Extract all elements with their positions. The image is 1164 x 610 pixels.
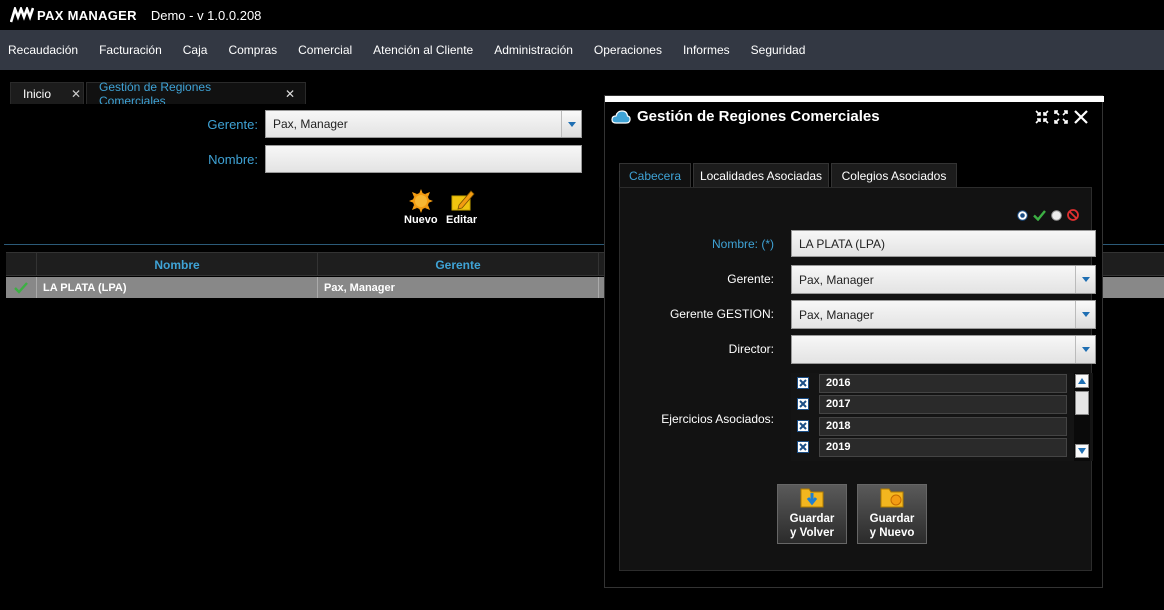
top-bar: PAX MANAGER Demo - v 1.0.0.208	[0, 0, 1164, 30]
edit-pencil-icon	[451, 190, 475, 211]
grid-header-gerente[interactable]: Gerente	[317, 253, 598, 276]
nombre-input[interactable]: LA PLATA (LPA)	[791, 230, 1096, 257]
cloud-icon	[611, 109, 631, 124]
expand-icon[interactable]	[1053, 109, 1069, 125]
ejercicio-year: 2017	[819, 394, 1067, 414]
gerente-filter-select[interactable]: Pax, Manager	[265, 110, 582, 138]
gerente-filter-value: Pax, Manager	[273, 117, 348, 131]
nombre-filter-label: Nombre:	[208, 152, 258, 167]
chevron-down-icon[interactable]	[1075, 266, 1095, 293]
ejercicio-year: 2019	[819, 437, 1067, 457]
check-icon[interactable]	[1033, 209, 1046, 221]
gerente-gestion-label: Gerente GESTION:	[669, 307, 774, 321]
menu-operaciones[interactable]: Operaciones	[594, 43, 662, 57]
dialog-top-border	[605, 96, 1104, 102]
pax-logo-icon	[10, 7, 34, 23]
guardar-nuevo-button[interactable]: Guardar y Nuevo	[857, 484, 927, 544]
main-menu: Recaudación Facturación Caja Compras Com…	[0, 30, 1164, 70]
gerente-gestion-select[interactable]: Pax, Manager	[791, 300, 1096, 329]
app-logo-text: PAX MANAGER	[37, 7, 137, 23]
tab-gestion-regiones[interactable]: Gestión de Regiones Comerciales ✕	[86, 80, 306, 108]
grid-header-nombre[interactable]: Nombre	[36, 253, 317, 276]
gerente-select[interactable]: Pax, Manager	[791, 265, 1096, 294]
list-item[interactable]: 2018	[791, 416, 1071, 436]
row-selected-check	[6, 277, 36, 298]
ejercicios-list: 2016 2017 2018 2019	[791, 373, 1093, 461]
app-version: Demo - v 1.0.0.208	[150, 7, 262, 23]
close-icon[interactable]: ✕	[71, 87, 81, 101]
tab-localidades-asociadas[interactable]: Localidades Asociadas	[693, 163, 829, 187]
guardar-volver-label: Guardar y Volver	[789, 513, 835, 539]
status-icons	[1012, 209, 1079, 221]
tab-cabecera[interactable]: Cabecera	[619, 163, 691, 187]
nuevo-label: Nuevo	[404, 214, 438, 226]
menu-administracion[interactable]: Administración	[494, 43, 573, 57]
check-icon	[14, 281, 28, 294]
nombre-label: Nombre: (*)	[711, 237, 774, 251]
nombre-value: LA PLATA (LPA)	[799, 236, 886, 251]
director-label: Director:	[728, 342, 774, 356]
gerente-filter-label: Gerente:	[207, 117, 258, 132]
menu-facturacion[interactable]: Facturación	[99, 43, 162, 57]
row-gerente: Pax, Manager	[317, 277, 598, 298]
close-icon[interactable]	[1072, 109, 1090, 125]
dialog-title: Gestión de Regiones Comerciales	[611, 108, 880, 125]
app-logo: PAX MANAGER	[10, 7, 137, 23]
menu-caja[interactable]: Caja	[183, 43, 208, 57]
guardar-volver-button[interactable]: Guardar y Volver	[777, 484, 847, 544]
menu-atencion-cliente[interactable]: Atención al Cliente	[373, 43, 473, 57]
gerente-label: Gerente:	[727, 272, 774, 286]
tab-inicio[interactable]: Inicio ✕	[10, 82, 84, 104]
menu-seguridad[interactable]: Seguridad	[751, 43, 806, 57]
tab-inicio-label: Inicio	[23, 86, 52, 101]
nombre-filter-input[interactable]	[265, 145, 582, 173]
editar-button[interactable]: Editar	[446, 188, 477, 226]
chevron-down-icon[interactable]	[1075, 301, 1095, 328]
nuevo-button[interactable]: Nuevo	[404, 188, 438, 226]
list-scrollbar[interactable]	[1074, 373, 1090, 461]
menu-recaudacion[interactable]: Recaudación	[8, 43, 78, 57]
ejercicios-label: Ejercicios Asociados:	[661, 412, 774, 426]
collapse-icon[interactable]	[1034, 109, 1050, 125]
ejercicio-year: 2018	[819, 416, 1067, 436]
cabecera-panel: Nombre: (*) LA PLATA (LPA) Gerente: Pax,…	[619, 187, 1096, 571]
ejercicio-year: 2016	[819, 373, 1067, 393]
guardar-nuevo-label: Guardar y Nuevo	[869, 513, 915, 539]
radio-selected-icon[interactable]	[1017, 209, 1028, 221]
gerente-value: Pax, Manager	[799, 272, 874, 287]
save-new-folder-icon	[880, 488, 904, 508]
row-nombre: LA PLATA (LPA)	[36, 277, 317, 298]
menu-informes[interactable]: Informes	[683, 43, 730, 57]
checkbox-checked-icon[interactable]	[797, 398, 809, 410]
chevron-down-icon[interactable]	[1075, 336, 1095, 363]
tab-colegios-asociados[interactable]: Colegios Asociados	[831, 163, 957, 187]
radio-empty-icon[interactable]	[1051, 209, 1062, 221]
scroll-up-icon[interactable]	[1075, 374, 1089, 388]
editar-label: Editar	[446, 214, 478, 226]
list-item[interactable]: 2016	[791, 373, 1071, 393]
checkbox-checked-icon[interactable]	[797, 420, 809, 432]
director-select[interactable]	[791, 335, 1096, 364]
menu-compras[interactable]: Compras	[228, 43, 277, 57]
grid-header-select	[6, 253, 36, 276]
list-item[interactable]: 2017	[791, 394, 1071, 414]
new-sun-icon	[408, 189, 433, 213]
dialog-title-text: Gestión de Regiones Comerciales	[637, 108, 880, 125]
checkbox-checked-icon[interactable]	[797, 377, 809, 389]
close-icon[interactable]: ✕	[285, 87, 295, 101]
scroll-thumb[interactable]	[1075, 391, 1089, 415]
save-return-folder-icon	[800, 488, 824, 508]
scroll-down-icon[interactable]	[1075, 444, 1089, 458]
chevron-down-icon[interactable]	[561, 111, 581, 137]
menu-comercial[interactable]: Comercial	[298, 43, 352, 57]
gerente-gestion-value: Pax, Manager	[799, 307, 874, 322]
checkbox-checked-icon[interactable]	[797, 441, 809, 453]
list-item[interactable]: 2019	[791, 437, 1071, 457]
cancel-icon[interactable]	[1067, 209, 1079, 221]
regiones-dialog: Gestión de Regiones Comerciales Cabecera…	[604, 95, 1104, 588]
